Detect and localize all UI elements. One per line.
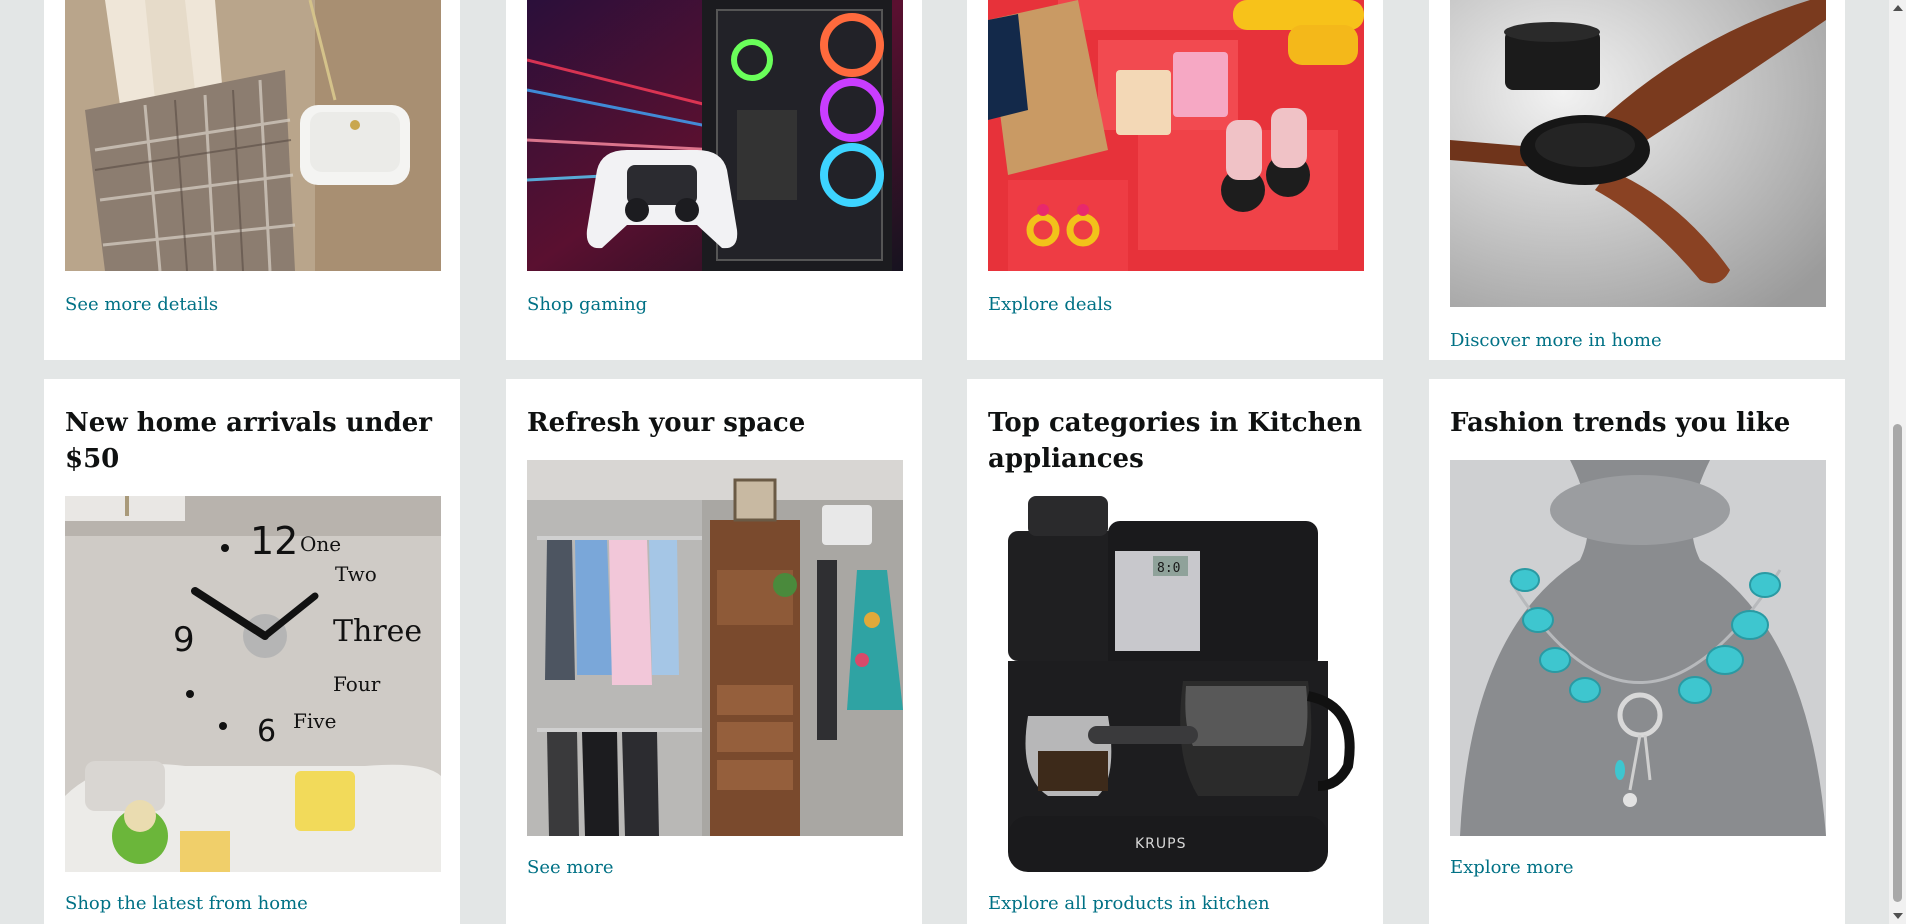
- card-title: New home arrivals under $50: [65, 408, 432, 474]
- explore-deals-link[interactable]: Explore deals: [988, 294, 1112, 315]
- clock-nine: 9: [173, 620, 195, 660]
- explore-kitchen-link[interactable]: Explore all products in kitchen: [988, 893, 1270, 914]
- card-deals: Explore deals: [967, 0, 1383, 360]
- outfit-image[interactable]: [65, 0, 441, 271]
- explore-more-link[interactable]: Explore more: [1450, 857, 1574, 878]
- scroll-up-icon[interactable]: [1893, 5, 1903, 11]
- deals-image[interactable]: [988, 0, 1364, 271]
- card-fashion-trends: Fashion trends you like Explore more: [1429, 379, 1845, 924]
- card-home: Discover more in home: [1429, 0, 1845, 360]
- discover-more-in-home-link[interactable]: Discover more in home: [1450, 330, 1662, 351]
- krups-brand-label: KRUPS: [1135, 836, 1186, 852]
- clock-four: Four: [333, 672, 381, 696]
- necklace-image[interactable]: [1450, 460, 1826, 836]
- clock-two: Two: [335, 562, 377, 586]
- scrollbar-thumb[interactable]: [1893, 424, 1902, 902]
- card-refresh-your-space: Refresh your space See more: [506, 379, 922, 924]
- card-gaming: Shop gaming: [506, 0, 922, 360]
- gaming-image[interactable]: [527, 0, 903, 271]
- card-kitchen-appliances: Top categories in Kitchen appliances 8:0…: [967, 379, 1383, 924]
- vertical-scrollbar[interactable]: [1889, 0, 1906, 924]
- clock-one: One: [300, 532, 341, 556]
- coffee-display: 8:0: [1157, 561, 1180, 576]
- scroll-down-icon[interactable]: [1893, 913, 1903, 919]
- clock-three: Three: [333, 614, 422, 649]
- card-title: Top categories in Kitchen appliances: [988, 408, 1362, 474]
- coffee-maker-image[interactable]: 8:0 KRUPS: [988, 496, 1364, 872]
- card-new-home-arrivals: New home arrivals under $50 12 One Two T…: [44, 379, 460, 924]
- closet-image[interactable]: [527, 460, 903, 836]
- card-title: Refresh your space: [527, 408, 806, 438]
- see-more-details-link[interactable]: See more details: [65, 294, 218, 315]
- shop-gaming-link[interactable]: Shop gaming: [527, 294, 647, 315]
- card-outfit: See more details: [44, 0, 460, 360]
- clock-six: 6: [257, 714, 276, 749]
- shop-latest-from-home-link[interactable]: Shop the latest from home: [65, 893, 308, 914]
- wall-clock-image[interactable]: 12 One Two Three Four Five 6 9: [65, 496, 441, 872]
- clock-twelve: 12: [250, 519, 298, 563]
- ceiling-fan-image[interactable]: [1450, 0, 1826, 307]
- clock-five: Five: [293, 709, 336, 733]
- card-title: Fashion trends you like: [1450, 408, 1791, 438]
- see-more-link[interactable]: See more: [527, 857, 614, 878]
